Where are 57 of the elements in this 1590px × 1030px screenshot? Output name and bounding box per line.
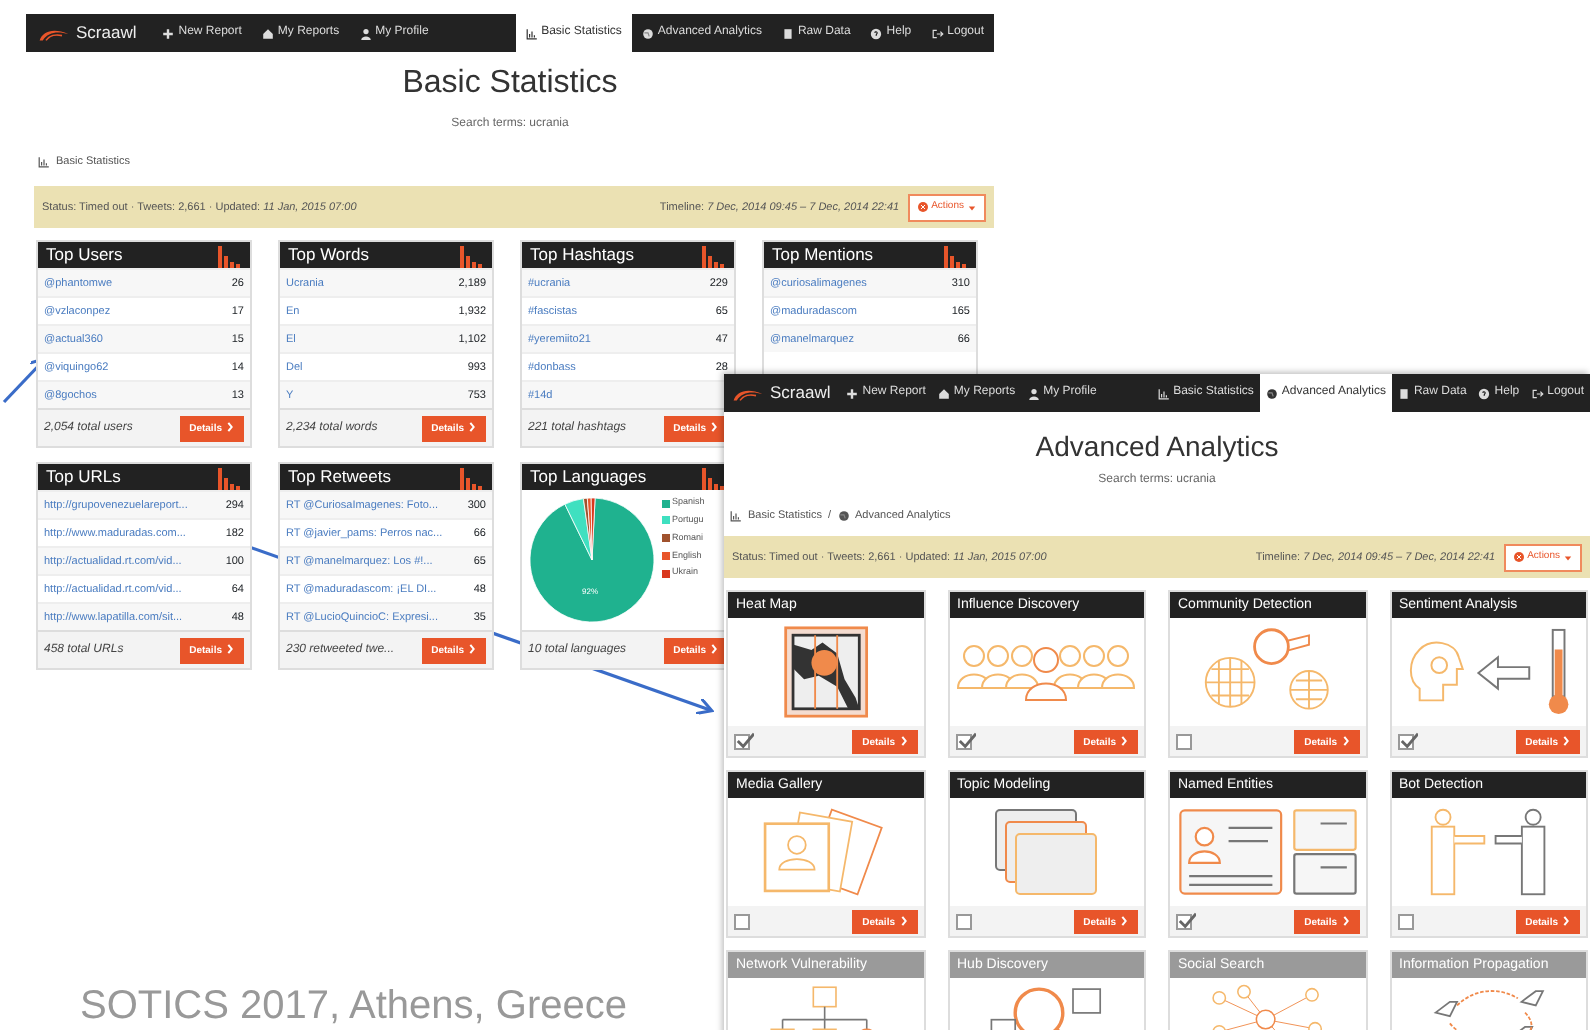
- brand-name: Scraawl: [76, 20, 137, 46]
- logout-icon: [1531, 387, 1544, 399]
- globe-icon: [1265, 387, 1278, 399]
- plus-icon: [846, 387, 859, 399]
- help-icon: [1478, 387, 1491, 399]
- chevron-right-icon: [1341, 735, 1349, 745]
- checkbox[interactable]: [955, 913, 971, 930]
- chevron-right-icon: [1120, 915, 1128, 925]
- mini-bar-chart-icon: [458, 243, 486, 268]
- chevron-right-icon: [1341, 915, 1349, 925]
- user-icon: [359, 27, 372, 39]
- page-title: Advanced Analytics: [1033, 428, 1281, 464]
- card-title: Top Hashtags: [530, 242, 634, 269]
- bar-chart-icon: [730, 510, 742, 523]
- house-icon: [261, 27, 274, 39]
- checkbox[interactable]: [734, 913, 750, 930]
- checkbox[interactable]: [1397, 733, 1413, 750]
- chevron-right-icon: [1120, 735, 1128, 745]
- checkbox[interactable]: [1176, 733, 1192, 750]
- logo-icon: [38, 25, 70, 41]
- standing-figures-drawing: [1428, 806, 1549, 899]
- chevron-right-icon: [1562, 915, 1570, 925]
- plus-icon: [162, 27, 175, 39]
- card-title: Top Users: [46, 242, 123, 269]
- checkbox[interactable]: [955, 733, 971, 750]
- checkbox[interactable]: [734, 733, 750, 750]
- document-icon: [1397, 387, 1410, 399]
- house-icon: [937, 387, 950, 399]
- checkbox[interactable]: [1176, 913, 1192, 930]
- bar-chart-icon: [38, 156, 50, 169]
- globe-icon: [837, 510, 850, 523]
- chevron-right-icon: [899, 915, 907, 925]
- chevron-right-icon: [899, 735, 907, 745]
- chevron-right-icon: [226, 422, 234, 432]
- logout-icon: [931, 27, 944, 39]
- document-icon: [781, 27, 794, 39]
- caption-text: SOTICS 2017, Athens, Greece: [80, 982, 627, 1030]
- page-title: Basic Statistics: [400, 66, 620, 102]
- stacked-cards-drawing: [992, 806, 1101, 899]
- brand-name: Scraawl: [770, 380, 831, 406]
- logo-icon: [732, 385, 764, 401]
- mini-bar-chart-icon: [216, 243, 244, 268]
- mini-bar-chart-icon: [942, 243, 970, 268]
- card-title: Top Mentions: [772, 242, 874, 269]
- chevron-right-icon: [710, 422, 718, 432]
- card-title: Top Words: [288, 242, 369, 269]
- heat-map-drawing: [781, 626, 870, 719]
- checkbox[interactable]: [1397, 913, 1413, 930]
- mini-bar-chart-icon: [700, 243, 728, 268]
- mini-bar-chart-icon: [700, 465, 728, 490]
- chevron-right-icon: [468, 422, 476, 432]
- chevron-right-icon: [1562, 735, 1570, 745]
- bar-chart-icon: [1157, 387, 1170, 399]
- help-icon: [870, 27, 883, 39]
- bar-chart-icon: [525, 27, 538, 39]
- globe-icon: [641, 27, 654, 39]
- user-icon: [1027, 387, 1040, 399]
